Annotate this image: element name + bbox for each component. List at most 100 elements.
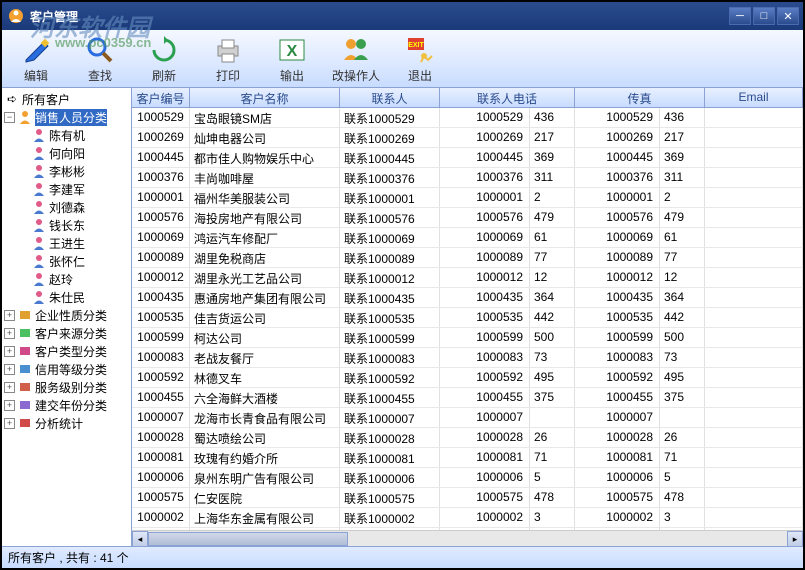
- expand-icon[interactable]: +: [4, 418, 15, 429]
- cell-id: 1000007: [132, 408, 190, 427]
- table-row[interactable]: 1000081玫瑰有约婚介所联系100008110000817110000817…: [132, 448, 803, 468]
- table-row[interactable]: 1000535佳吉货运公司联系1000535100053544210005354…: [132, 308, 803, 328]
- cell-id: 1000006: [132, 468, 190, 487]
- header-contact[interactable]: 联系人: [340, 88, 440, 107]
- tree-person[interactable]: 王进生: [4, 234, 129, 252]
- expand-icon[interactable]: +: [4, 310, 15, 321]
- cell-name: 惠通房地产集团有限公司: [190, 288, 340, 307]
- person-icon: [31, 199, 47, 215]
- table-row[interactable]: 1000083老战友餐厅联系1000083100008373100008373: [132, 348, 803, 368]
- table-row[interactable]: 1000599柯达公司联系100059910005995001000599500: [132, 328, 803, 348]
- tree-category[interactable]: +企业性质分类: [4, 306, 129, 324]
- table-row[interactable]: 1000455六全海鲜大酒楼联系100045510004553751000455…: [132, 388, 803, 408]
- table-row[interactable]: 1000376丰尚咖啡屋联系10003761000376311100037631…: [132, 168, 803, 188]
- scroll-left-button[interactable]: ◂: [132, 531, 148, 546]
- tree-person[interactable]: 张怀仁: [4, 252, 129, 270]
- table-row[interactable]: 1000269灿坤电器公司联系1000269100026921710002692…: [132, 128, 803, 148]
- tree-category-label: 客户类型分类: [35, 343, 107, 360]
- header-id[interactable]: 客户编号: [132, 88, 190, 107]
- cell-fax2: 2: [660, 188, 705, 207]
- header-phone[interactable]: 联系人电话: [440, 88, 575, 107]
- expand-icon[interactable]: +: [4, 382, 15, 393]
- table-row[interactable]: 1000001福州华美服装公司联系10000011000001210000012: [132, 188, 803, 208]
- minimize-button[interactable]: ─: [729, 7, 751, 25]
- cell-phone2: 369: [530, 148, 575, 167]
- tree-person[interactable]: 赵玲: [4, 270, 129, 288]
- table-row[interactable]: 1000445都市佳人购物娱乐中心联系100044510004453691000…: [132, 148, 803, 168]
- close-button[interactable]: ✕: [777, 7, 799, 25]
- cell-email: [705, 288, 803, 307]
- tree-sales-category[interactable]: − 销售人员分类: [4, 108, 129, 126]
- table-row[interactable]: 1000576海投房地产有限公司联系1000576100057647910005…: [132, 208, 803, 228]
- cell-phone1: 1000455: [440, 388, 530, 407]
- svg-text:X: X: [287, 43, 298, 60]
- tree-category[interactable]: +服务级别分类: [4, 378, 129, 396]
- sidebar-tree[interactable]: ➪ 所有客户 − 销售人员分类 陈有机何向阳李彬彬李建军刘德森钱长东王进生张怀仁…: [2, 88, 132, 546]
- horizontal-scrollbar[interactable]: ◂ ▸: [132, 530, 803, 546]
- tree-person[interactable]: 陈有机: [4, 126, 129, 144]
- table-row[interactable]: 1000529宝岛眼镜SM店联系100052910005294361000529…: [132, 108, 803, 128]
- header-name[interactable]: 客户名称: [190, 88, 340, 107]
- cell-name: 玫瑰有约婚介所: [190, 448, 340, 467]
- cell-fax1: 1000001: [575, 188, 660, 207]
- cell-phone2: 375: [530, 388, 575, 407]
- cell-contact: 联系1000081: [340, 448, 440, 467]
- collapse-icon[interactable]: −: [4, 112, 15, 123]
- cell-fax2: 364: [660, 288, 705, 307]
- tree-category[interactable]: +建交年份分类: [4, 396, 129, 414]
- table-row[interactable]: 1000592林德叉车联系100059210005924951000592495: [132, 368, 803, 388]
- table-row[interactable]: 1000069鸿运汽车修配厂联系100006910000696110000696…: [132, 228, 803, 248]
- tree-category[interactable]: +分析统计: [4, 414, 129, 432]
- expand-icon[interactable]: +: [4, 328, 15, 339]
- table-row[interactable]: 1000575仁安医院联系100057510005754781000575478: [132, 488, 803, 508]
- tree-person[interactable]: 朱仕民: [4, 288, 129, 306]
- cell-email: [705, 328, 803, 347]
- tree-person[interactable]: 钱长东: [4, 216, 129, 234]
- table-row[interactable]: 1000012湖里永光工艺品公司联系1000012100001212100001…: [132, 268, 803, 288]
- cell-contact: 联系1000445: [340, 148, 440, 167]
- cell-phone2: 77: [530, 248, 575, 267]
- cell-phone2: 71: [530, 448, 575, 467]
- table-row[interactable]: 1000028蜀达喷绘公司联系1000028100002826100002826: [132, 428, 803, 448]
- table-row[interactable]: 1000007龙海市长青食品有限公司联系10000071000007100000…: [132, 408, 803, 428]
- tree-category[interactable]: +信用等级分类: [4, 360, 129, 378]
- table-row[interactable]: 1000435惠通房地产集团有限公司联系10004351000435364100…: [132, 288, 803, 308]
- maximize-button[interactable]: □: [753, 7, 775, 25]
- scroll-right-button[interactable]: ▸: [787, 531, 803, 546]
- table-row[interactable]: 1000006泉州东明广告有限公司联系100000610000065100000…: [132, 468, 803, 488]
- tree-person[interactable]: 刘德森: [4, 198, 129, 216]
- export-button[interactable]: X 输出: [262, 32, 322, 86]
- cell-id: 1000535: [132, 308, 190, 327]
- pen-icon: [20, 34, 52, 66]
- tree-person-label: 钱长东: [49, 217, 85, 234]
- change-creator-label: 改操作人: [332, 67, 380, 84]
- cell-id: 1000592: [132, 368, 190, 387]
- grid-body[interactable]: 1000529宝岛眼镜SM店联系100052910005294361000529…: [132, 108, 803, 530]
- tree-category[interactable]: + 客户类型分类: [4, 342, 129, 360]
- cell-phone2: 495: [530, 368, 575, 387]
- cell-fax1: 1000089: [575, 248, 660, 267]
- expand-icon[interactable]: +: [4, 364, 15, 375]
- header-fax[interactable]: 传真: [575, 88, 705, 107]
- print-button[interactable]: 打印: [198, 32, 258, 86]
- cell-contact: 联系1000599: [340, 328, 440, 347]
- tree-person[interactable]: 李建军: [4, 180, 129, 198]
- app-icon: [6, 6, 26, 26]
- find-button[interactable]: 查找: [70, 32, 130, 86]
- table-row[interactable]: 1000002上海华东金属有限公司联系100000210000023100000…: [132, 508, 803, 528]
- expand-icon[interactable]: +: [4, 400, 15, 411]
- tree-person[interactable]: 何向阳: [4, 144, 129, 162]
- table-row[interactable]: 1000089湖里免税商店联系1000089100008977100008977: [132, 248, 803, 268]
- tree-person[interactable]: 李彬彬: [4, 162, 129, 180]
- scroll-thumb[interactable]: [148, 532, 348, 546]
- refresh-button[interactable]: 刷新: [134, 32, 194, 86]
- exit-button[interactable]: EXIT 退出: [390, 32, 450, 86]
- header-email[interactable]: Email: [705, 88, 803, 107]
- tree-root[interactable]: ➪ 所有客户: [4, 90, 129, 108]
- cell-id: 1000012: [132, 268, 190, 287]
- tree-category[interactable]: +客户来源分类: [4, 324, 129, 342]
- edit-button[interactable]: 编辑: [6, 32, 66, 86]
- change-creator-button[interactable]: 改操作人: [326, 32, 386, 86]
- cell-phone2: 61: [530, 228, 575, 247]
- expand-icon[interactable]: +: [4, 346, 15, 357]
